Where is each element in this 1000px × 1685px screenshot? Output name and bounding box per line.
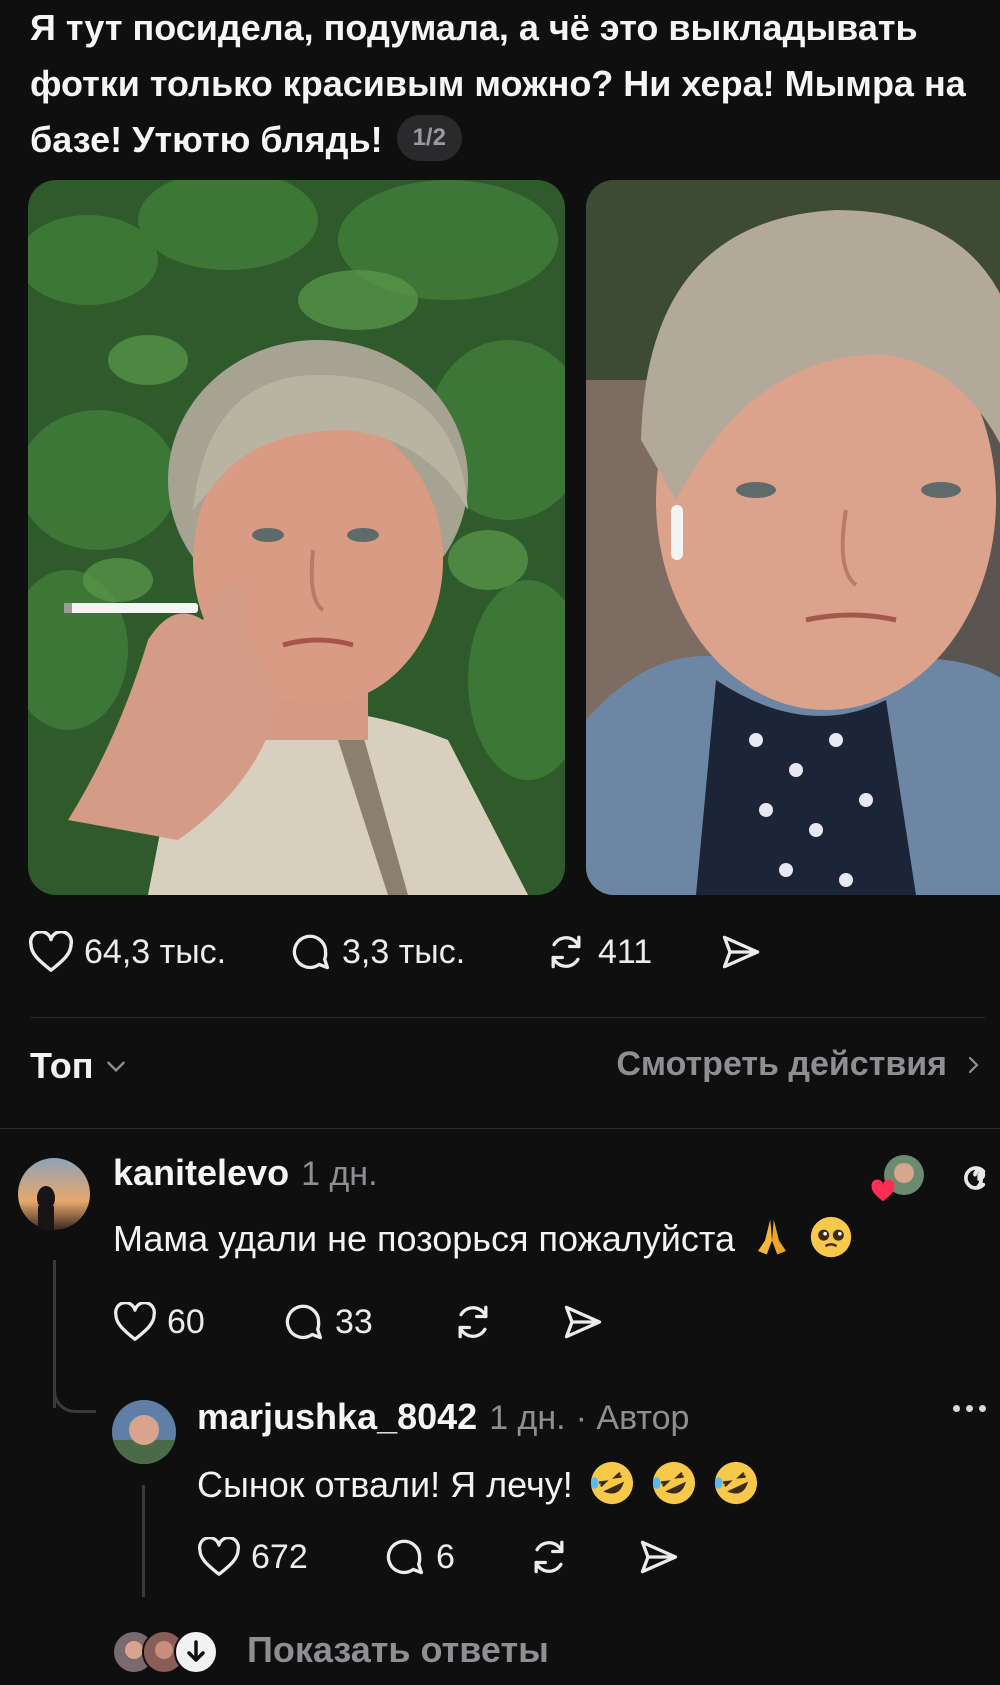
sort-dropdown[interactable]: Топ [30,1045,129,1087]
author-badge: · Автор [575,1399,690,1437]
heart-icon [113,1302,157,1342]
avatar[interactable] [18,1158,90,1230]
comment-body: Мама удали не позорься пожалуйста [113,1218,735,1260]
post-text: Я тут посидела, подумала, а чё это выкла… [30,7,966,160]
sort-label: Топ [30,1045,94,1086]
timestamp: 1 дн. [301,1155,378,1193]
threads-icon[interactable] [955,1158,995,1203]
repost-button[interactable] [451,1300,561,1344]
share-button[interactable] [637,1535,681,1579]
like-button[interactable]: 672 [197,1537,382,1577]
liked-by-author-badge [870,1155,926,1207]
more-options-icon[interactable] [953,1405,986,1412]
show-replies-label: Показать ответы [247,1629,549,1670]
comment-count: 3,3 тыс. [342,932,466,971]
username[interactable]: kanitelevo [113,1152,289,1194]
send-icon [561,1300,605,1344]
chevron-right-icon [961,1051,985,1079]
thread-connector [53,1370,96,1413]
post-actions: 64,3 тыс. 3,3 тыс. 411 [28,930,763,974]
repost-button[interactable]: 411 [544,930,719,974]
chevron-down-icon [103,1053,129,1079]
rolling-laughing-emoji [713,1460,759,1515]
view-activity-link[interactable]: Смотреть действия [616,1045,985,1084]
send-icon [719,930,763,974]
post-caption: Я тут посидела, подумала, а чё это выкла… [30,0,990,168]
comment-text: Мама удали не позорься пожалуйста [113,1215,853,1268]
reply-count: 6 [436,1537,455,1576]
comment-bubble-icon [281,1300,325,1344]
rolling-laughing-emoji [651,1460,697,1515]
reply-count: 33 [335,1302,373,1341]
reply-avatars [112,1628,227,1674]
comment-text: Сынок отвали! Я лечу! [197,1460,759,1515]
comment-header: kanitelevo 1 дн. [113,1152,378,1194]
comment-actions: 672 6 [197,1535,681,1579]
repost-button[interactable] [527,1535,637,1579]
share-button[interactable] [561,1300,605,1344]
share-button[interactable] [719,930,763,974]
comment-actions: 60 33 [113,1300,605,1344]
repost-count: 411 [598,932,653,971]
avatar[interactable] [112,1400,176,1464]
comment-body: Сынок отвали! Я лечу! [197,1464,573,1506]
divider [30,1017,985,1018]
view-activity-label: Смотреть действия [616,1045,947,1083]
repost-icon [527,1535,571,1579]
post-photo-2[interactable] [586,180,1000,895]
repost-icon [451,1300,495,1344]
reply-button[interactable]: 33 [281,1300,451,1344]
timestamp: 1 дн. [489,1399,566,1437]
comment-bubble-icon [288,930,332,974]
heart-filled-icon [870,1179,896,1208]
show-replies-row[interactable]: Показать ответы [112,1625,612,1675]
pleading-face-emoji [809,1215,853,1268]
image-counter: 1/2 [396,115,462,162]
thread-line [142,1485,145,1597]
like-count: 60 [167,1302,205,1341]
send-icon [637,1535,681,1579]
divider [0,1128,1000,1129]
sort-bar: Топ Смотреть действия [30,1045,985,1101]
folded-hands-emoji [751,1216,793,1267]
like-count: 672 [251,1537,308,1576]
comment-bubble-icon [382,1535,426,1579]
rolling-laughing-emoji [589,1460,635,1515]
like-count: 64,3 тыс. [84,932,227,971]
heart-icon [28,931,74,973]
heart-icon [197,1537,241,1577]
comment-button[interactable]: 3,3 тыс. [288,930,544,974]
like-button[interactable]: 64,3 тыс. [28,931,288,973]
like-button[interactable]: 60 [113,1302,281,1342]
repost-icon [544,930,588,974]
arrow-down-icon [174,1630,218,1674]
username[interactable]: marjushka_8042 [197,1396,477,1438]
reply-button[interactable]: 6 [382,1535,527,1579]
post-photo-1[interactable] [28,180,565,895]
comment-header: marjushka_8042 1 дн. · Автор [197,1396,689,1438]
